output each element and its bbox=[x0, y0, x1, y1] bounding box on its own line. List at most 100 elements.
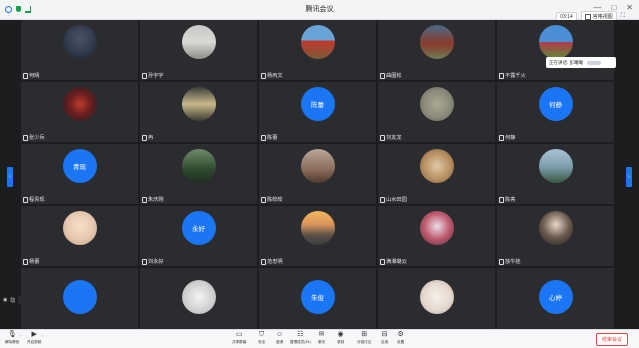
avatar bbox=[181, 280, 216, 314]
participant-tile[interactable]: 满湘璐云 bbox=[378, 206, 495, 266]
participant-tile[interactable]: 朱庆刚 bbox=[140, 144, 257, 204]
participant-tile[interactable]: 冉 bbox=[140, 82, 257, 142]
participant-tile[interactable]: 张少兵 bbox=[21, 82, 138, 142]
avatar bbox=[300, 149, 335, 183]
participant-tile[interactable]: 何晴 bbox=[21, 20, 138, 80]
participant-name: 满湘璐云 bbox=[380, 258, 407, 265]
participant-tile[interactable]: 山水田园 bbox=[378, 144, 495, 204]
participant-tile[interactable]: 曲图松 bbox=[378, 20, 495, 80]
avatar bbox=[181, 149, 216, 183]
participant-name-text: 程青现 bbox=[29, 197, 45, 203]
participant-name: 何晴 bbox=[23, 72, 39, 79]
participant-name-text: 杨丙文 bbox=[267, 73, 283, 79]
apps-button[interactable]: ⊟ 应用 bbox=[381, 331, 388, 345]
participant-tile[interactable]: 陈蕾 陈蕾 bbox=[259, 82, 376, 142]
participant-tile[interactable]: 永好 刘永好 bbox=[140, 206, 257, 266]
manage-members-button[interactable]: ☷ 管理成员(51) bbox=[290, 331, 311, 345]
participant-name: 放牛娃 bbox=[499, 258, 521, 265]
avatar: 心婷 bbox=[538, 280, 573, 314]
fullscreen-icon[interactable]: ⛶ bbox=[621, 13, 625, 20]
record-button[interactable]: ◉ 录制 bbox=[337, 331, 344, 345]
avatar bbox=[300, 25, 335, 59]
gear-icon: ⚙ bbox=[397, 331, 404, 338]
chat-button[interactable]: ✉ 聊天 bbox=[318, 331, 325, 345]
video-button[interactable]: ▶ 开启视频 bbox=[27, 331, 41, 345]
participant-name: 朱庆刚 bbox=[142, 196, 164, 203]
participant-tile[interactable]: 心婷 bbox=[497, 268, 614, 329]
participant-name: 陈亮 bbox=[499, 196, 515, 203]
participant-tile[interactable]: 陈亮 bbox=[497, 144, 614, 204]
chevron-right-icon: › bbox=[628, 174, 630, 180]
avatar bbox=[62, 211, 97, 245]
prev-page-tab[interactable]: ‹ bbox=[7, 167, 13, 187]
floating-label[interactable]: 隐 bbox=[10, 297, 15, 304]
participant-name-text: 范忠明 bbox=[267, 259, 283, 265]
participant-tile[interactable]: 孙宇宇 bbox=[140, 20, 257, 80]
participant-tile[interactable]: 杨丙文 bbox=[259, 20, 376, 80]
avatar: 何静 bbox=[538, 87, 573, 121]
chevron-left-icon: ‹ bbox=[9, 174, 11, 180]
invite-button[interactable]: ☺ 邀请 bbox=[276, 331, 283, 345]
participant-tile[interactable] bbox=[21, 268, 138, 329]
next-page-tab[interactable]: › bbox=[626, 167, 632, 187]
participant-tile[interactable]: 朱俊 bbox=[259, 268, 376, 329]
participant-name-text: 朱庆刚 bbox=[148, 197, 164, 203]
microphone-muted-icon bbox=[23, 72, 28, 79]
participant-name-text: 杨蕾 bbox=[29, 259, 40, 265]
participant-tile[interactable] bbox=[378, 268, 495, 329]
participant-tile[interactable]: 放牛娃 bbox=[497, 206, 614, 266]
camera-off-icon: ▶ bbox=[31, 331, 37, 338]
participant-tile[interactable]: 刘友龙 bbox=[378, 82, 495, 142]
window-title: 腾讯会议 bbox=[305, 6, 334, 13]
microphone-muted-icon bbox=[142, 134, 147, 141]
avatar: 永好 bbox=[181, 211, 216, 245]
invite-label: 邀请 bbox=[276, 340, 284, 344]
close-icon[interactable]: ✕ bbox=[626, 3, 633, 12]
participant-tile[interactable]: 何静 何静 bbox=[497, 82, 614, 142]
participant-grid: 何晴 孙宇宇杨丙文 曲图松 不露千火张少兵冉 陈蕾 陈蕾刘友龙 何静 何静青现 程青现朱庆刚 陈皎… bbox=[21, 20, 618, 329]
avatar bbox=[419, 87, 454, 121]
end-meeting-button[interactable]: 结束会议 bbox=[595, 333, 628, 346]
participant-name: 程青现 bbox=[23, 196, 45, 203]
microphone-muted-icon bbox=[380, 72, 385, 79]
share-screen-button[interactable]: ▭ 共享屏幕 bbox=[232, 331, 246, 345]
microphone-muted-icon bbox=[380, 134, 385, 141]
camera-icon[interactable]: ◉ bbox=[3, 297, 7, 303]
participant-name-text: 冉 bbox=[148, 135, 154, 141]
mute-button[interactable]: 🎙 解除静音 bbox=[5, 331, 19, 345]
microphone-muted-icon bbox=[23, 196, 28, 203]
avatar bbox=[62, 87, 97, 121]
participant-tile[interactable]: 青现 程青现 bbox=[21, 144, 138, 204]
breakout-button[interactable]: ⊞ 分组讨论 bbox=[357, 331, 371, 345]
participant-tile[interactable]: 杨蕾 bbox=[21, 206, 138, 266]
settings-button[interactable]: ⚙ 设置 bbox=[397, 331, 404, 345]
microphone-muted-icon bbox=[142, 258, 147, 265]
participant-tile[interactable]: 陈皎皎 bbox=[259, 144, 376, 204]
security-label: 安全 bbox=[258, 340, 266, 344]
participant-name: 冉 bbox=[142, 134, 153, 141]
mute-caret-icon[interactable]: ⌃ bbox=[19, 335, 22, 339]
security-button[interactable]: ⛉ 安全 bbox=[258, 331, 265, 345]
floating-controls: ◉ 隐 bbox=[3, 296, 29, 304]
avatar: 朱俊 bbox=[300, 280, 335, 314]
participant-tile[interactable]: 范忠明 bbox=[259, 206, 376, 266]
participant-tile[interactable]: 不露千火 bbox=[497, 20, 614, 80]
participant-name: 杨丙文 bbox=[261, 72, 283, 79]
participant-tile[interactable] bbox=[140, 268, 257, 329]
participant-name-text: 刘友龙 bbox=[386, 135, 402, 141]
speaking-label: 正在讲话: 彭曦曦 bbox=[549, 59, 583, 65]
participant-name-text: 曲图松 bbox=[386, 73, 402, 79]
microphone-muted-icon bbox=[499, 258, 504, 265]
microphone-muted-icon bbox=[261, 134, 266, 141]
participant-name: 不露千火 bbox=[499, 72, 526, 79]
floating-panel[interactable] bbox=[18, 296, 29, 304]
blurred-name bbox=[587, 60, 601, 65]
avatar bbox=[538, 149, 573, 183]
video-caret-icon[interactable]: ⌃ bbox=[41, 335, 44, 339]
avatar bbox=[419, 149, 454, 183]
microphone-muted-icon bbox=[499, 196, 504, 203]
microphone-muted-icon bbox=[23, 258, 28, 265]
avatar bbox=[181, 87, 216, 121]
apps-icon: ⊟ bbox=[381, 331, 388, 338]
chat-label: 聊天 bbox=[318, 340, 326, 344]
